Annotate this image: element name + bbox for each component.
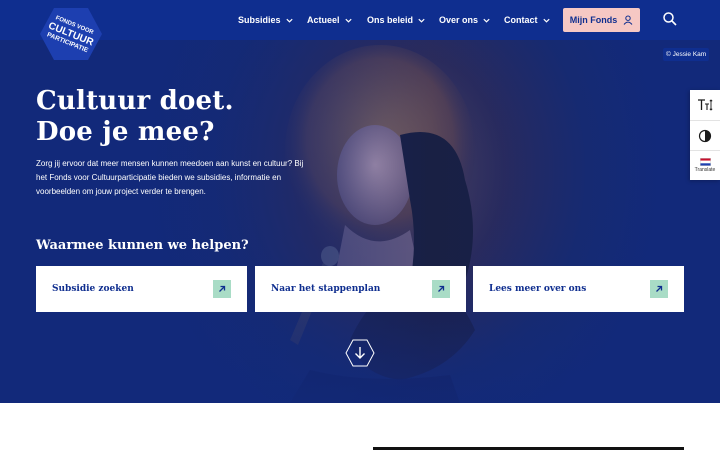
nav-item-actueel[interactable]: Actueel xyxy=(307,12,353,28)
chevron-down-icon xyxy=(344,18,352,23)
chevron-down-icon xyxy=(483,18,490,23)
card-subsidie-zoeken[interactable]: Subsidie zoeken xyxy=(36,266,247,312)
chevron-down-icon xyxy=(285,18,293,23)
top-navigation: FONDS VOOR CULTUUR PARTICIPATIE Subsidie… xyxy=(0,0,720,60)
nav-item-subsidies[interactable]: Subsidies xyxy=(238,12,294,28)
fonds-logo[interactable]: FONDS VOOR CULTUUR PARTICIPATIE xyxy=(40,6,102,62)
search-icon[interactable] xyxy=(662,11,678,27)
chevron-down-icon xyxy=(542,18,550,23)
mijn-fonds-button[interactable]: Mijn Fonds xyxy=(563,8,640,32)
photo-credit: © Jessie Kam xyxy=(663,48,710,61)
contrast-icon xyxy=(698,129,712,142)
card-stappenplan[interactable]: Naar het stappenplan xyxy=(255,266,466,312)
contrast-button[interactable] xyxy=(690,120,720,150)
scroll-down-button[interactable] xyxy=(345,339,375,367)
arrow-up-right-icon xyxy=(650,280,668,298)
translate-button[interactable]: Translate xyxy=(690,150,720,180)
nav-item-ons-beleid[interactable]: Ons beleid xyxy=(367,12,426,28)
hero-headline: Cultuur doet. Doe je mee? xyxy=(36,86,234,147)
user-icon xyxy=(623,15,633,25)
arrow-up-right-icon xyxy=(432,280,450,298)
card-lees-meer-over-ons[interactable]: Lees meer over ons xyxy=(473,266,684,312)
nav-item-over-ons[interactable]: Over ons xyxy=(439,12,491,28)
chevron-down-icon xyxy=(418,18,425,23)
help-section-title: Waarmee kunnen we helpen? xyxy=(36,238,249,253)
nav-item-contact[interactable]: Contact xyxy=(504,12,551,28)
accessibility-toolbar: Translate xyxy=(690,90,720,180)
hero-intro: Zorg jij ervoor dat meer mensen kunnen m… xyxy=(36,159,304,196)
arrow-up-right-icon xyxy=(213,280,231,298)
text-size-icon xyxy=(698,99,713,111)
dutch-flag-icon xyxy=(699,158,711,166)
text-size-button[interactable] xyxy=(690,90,720,120)
